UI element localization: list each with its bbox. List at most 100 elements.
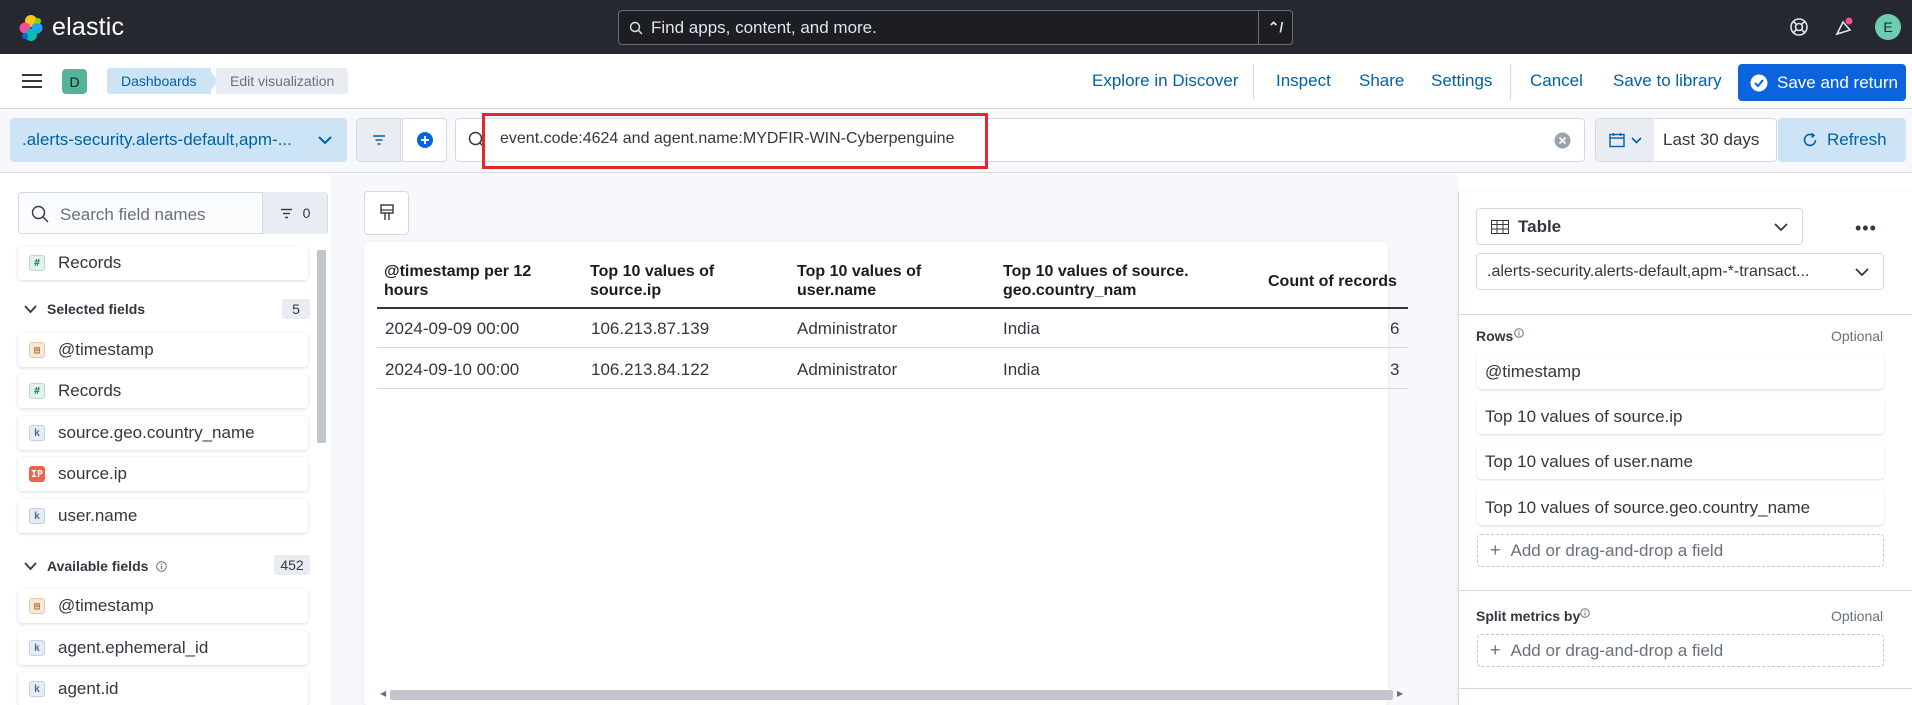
palette-button[interactable] xyxy=(364,191,409,235)
plus-icon: + xyxy=(1490,640,1501,660)
user-avatar[interactable]: E xyxy=(1875,14,1901,40)
selected-fields-header[interactable]: Selected fields xyxy=(24,301,145,317)
info-icon[interactable] xyxy=(1580,608,1590,618)
field-item-timestamp[interactable]: ▤ @timestamp xyxy=(18,333,308,367)
plus-circle-icon xyxy=(416,132,433,148)
help-icon[interactable] xyxy=(1788,16,1810,38)
filter-icon xyxy=(280,208,292,218)
inspect-link[interactable]: Inspect xyxy=(1276,71,1331,91)
visualization-type-label: Table xyxy=(1518,216,1562,236)
layer-dataview-label: .alerts-security.alerts-default,apm-*-tr… xyxy=(1487,262,1810,280)
elastic-cluster-icon xyxy=(19,14,43,41)
divider xyxy=(1510,64,1511,100)
field-item-records[interactable]: # Records xyxy=(18,246,308,280)
add-filter-button[interactable] xyxy=(402,118,447,162)
row-dimension-timestamp[interactable]: @timestamp xyxy=(1477,354,1884,389)
field-list-scrollbar[interactable] xyxy=(317,250,326,443)
space-badge[interactable]: D xyxy=(62,69,87,94)
breadcrumb-edit-visualization: Edit visualization xyxy=(216,68,349,94)
info-icon[interactable] xyxy=(1514,328,1524,338)
split-optional-label: Optional xyxy=(1831,608,1884,624)
more-options-icon[interactable]: ••• xyxy=(1855,218,1877,239)
explore-in-discover-link[interactable]: Explore in Discover xyxy=(1092,71,1238,91)
table-cell: 106.213.84.122 xyxy=(591,360,710,379)
table-cell: 3 xyxy=(1390,360,1400,379)
plus-icon: + xyxy=(1490,540,1501,560)
field-item-source-ip[interactable]: IP source.ip xyxy=(18,457,308,491)
info-icon[interactable] xyxy=(156,560,168,572)
date-type-icon: ▤ xyxy=(29,342,45,358)
table-cell: 2024-09-09 00:00 xyxy=(385,319,520,338)
column-header-user-name[interactable]: Top 10 values of user.name xyxy=(797,262,972,300)
scroll-left-icon[interactable]: ◀ xyxy=(380,689,386,698)
field-search-placeholder: Search field names xyxy=(60,205,206,224)
clear-icon[interactable] xyxy=(1554,132,1571,149)
refresh-label: Refresh xyxy=(1827,130,1887,149)
field-item-country-name[interactable]: k source.geo.country_name xyxy=(18,416,308,450)
save-and-return-label: Save and return xyxy=(1777,72,1898,92)
share-link[interactable]: Share xyxy=(1359,71,1404,91)
rows-label: Rows xyxy=(1476,328,1514,344)
save-to-library-link[interactable]: Save to library xyxy=(1613,71,1722,91)
selected-fields-count: 5 xyxy=(282,299,310,319)
row-dimension-user-name[interactable]: Top 10 values of user.name xyxy=(1477,444,1884,479)
dataview-picker[interactable]: .alerts-security.alerts-default,apm-... xyxy=(10,118,347,162)
column-header-source-ip[interactable]: Top 10 values of source.ip xyxy=(590,262,765,300)
column-header-count[interactable]: Count of records xyxy=(1268,272,1397,291)
table-icon xyxy=(1491,219,1509,234)
save-and-return-button[interactable]: Save and return xyxy=(1738,64,1906,101)
table-row-divider xyxy=(377,388,1408,389)
column-header-timestamp[interactable]: @timestamp per 12 hours xyxy=(384,262,559,300)
number-type-icon: # xyxy=(29,383,45,399)
keyword-type-icon: k xyxy=(29,425,45,441)
table-cell: India xyxy=(1003,360,1040,379)
date-range-label[interactable]: Last 30 days xyxy=(1663,130,1759,150)
cancel-link[interactable]: Cancel xyxy=(1530,71,1583,91)
row-dimension-source-ip[interactable]: Top 10 values of source.ip xyxy=(1477,399,1884,434)
menu-icon[interactable] xyxy=(22,73,42,94)
table-cell: India xyxy=(1003,319,1040,338)
field-item-agent-id[interactable]: k agent.id xyxy=(18,672,308,705)
field-item-timestamp[interactable]: ▤ @timestamp xyxy=(18,589,308,623)
settings-link[interactable]: Settings xyxy=(1431,71,1492,91)
field-item-records[interactable]: # Records xyxy=(18,374,308,408)
chevron-down-icon xyxy=(1630,136,1642,144)
divider xyxy=(1459,688,1912,689)
date-type-icon: ▤ xyxy=(29,598,45,614)
field-item-user-name[interactable]: k user.name xyxy=(18,499,308,533)
add-split-field-button[interactable]: + Add or drag-and-drop a field xyxy=(1477,634,1884,667)
table-cell: 6 xyxy=(1390,319,1400,338)
field-filter-count: 0 xyxy=(302,205,311,221)
add-row-field-button[interactable]: + Add or drag-and-drop a field xyxy=(1477,534,1884,567)
breadcrumb-dashboards[interactable]: Dashboards xyxy=(107,68,211,94)
global-search-input[interactable]: Find apps, content, and more. ⌃/ xyxy=(618,10,1293,45)
search-icon xyxy=(629,21,643,34)
table-cell: 106.213.87.139 xyxy=(591,319,710,338)
divider xyxy=(1459,590,1912,591)
search-icon xyxy=(31,205,49,223)
chevron-down-icon xyxy=(1855,268,1869,277)
search-shortcut-hint: ⌃/ xyxy=(1258,11,1292,44)
table-cell: Administrator xyxy=(797,360,898,379)
column-header-country-name[interactable]: Top 10 values of source.geo.country_nam xyxy=(1003,262,1191,300)
news-feed-icon[interactable] xyxy=(1833,16,1855,38)
visualization-type-select[interactable]: Table xyxy=(1476,208,1803,245)
keyword-type-icon: k xyxy=(29,681,45,697)
refresh-button[interactable]: Refresh xyxy=(1778,118,1906,162)
chevron-down-icon xyxy=(24,304,37,313)
global-search-placeholder: Find apps, content, and more. xyxy=(651,17,877,37)
available-fields-header[interactable]: Available fields xyxy=(24,558,168,574)
elastic-logo[interactable]: elastic xyxy=(18,13,124,42)
quick-date-menu-button[interactable] xyxy=(1596,119,1654,161)
field-filter-button[interactable]: 0 xyxy=(262,192,327,234)
check-circle-icon xyxy=(1750,74,1768,91)
split-metrics-label: Split metrics by xyxy=(1476,608,1581,624)
table-horizontal-scrollbar[interactable] xyxy=(390,690,1393,700)
table-visualization xyxy=(364,242,1388,705)
row-dimension-country-name[interactable]: Top 10 values of source.geo.country_name xyxy=(1477,490,1884,525)
scroll-right-icon[interactable]: ▶ xyxy=(1397,689,1403,698)
field-item-agent-ephemeral-id[interactable]: k agent.ephemeral_id xyxy=(18,631,308,665)
rows-optional-label: Optional xyxy=(1831,328,1884,344)
layer-dataview-select[interactable]: .alerts-security.alerts-default,apm-*-tr… xyxy=(1476,253,1884,290)
filter-menu-button[interactable] xyxy=(356,118,401,162)
